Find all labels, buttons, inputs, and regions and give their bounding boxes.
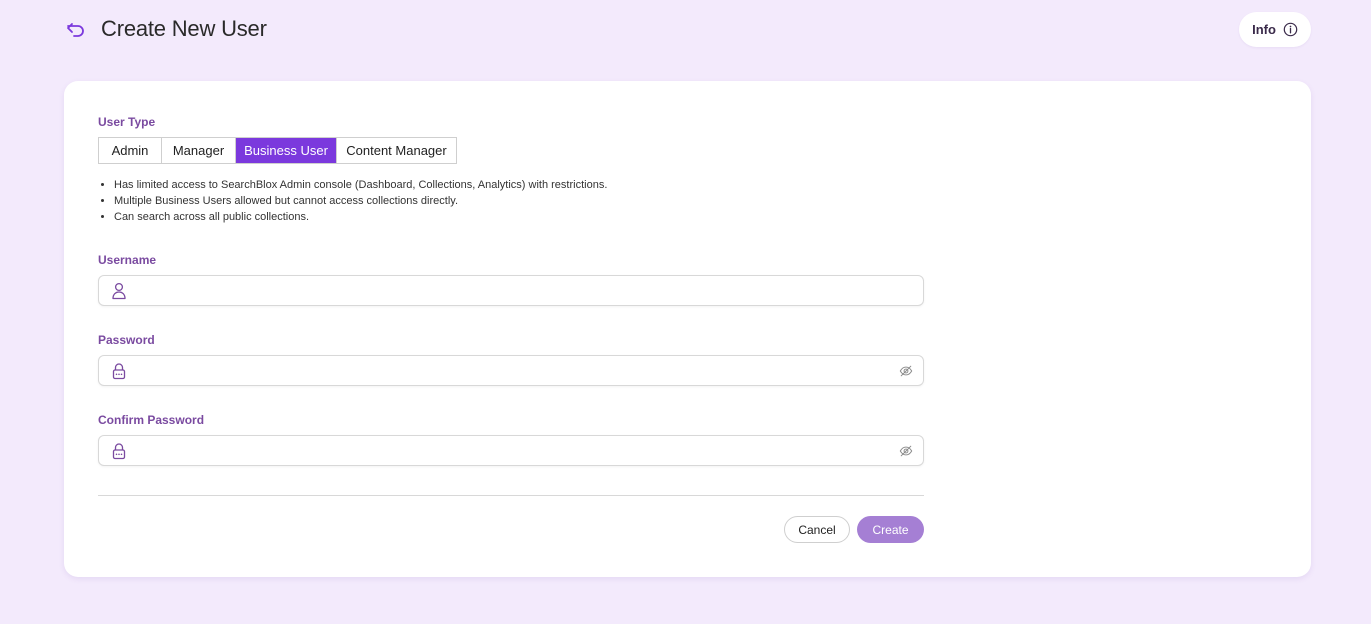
password-label: Password <box>98 333 155 347</box>
confirm-password-label: Confirm Password <box>98 413 205 427</box>
info-label: Info <box>1252 22 1276 37</box>
description-item: Has limited access to SearchBlox Admin c… <box>114 177 607 193</box>
username-input[interactable] <box>133 276 893 305</box>
info-icon <box>1283 22 1298 37</box>
description-item: Can search across all public collections… <box>114 209 607 225</box>
eye-off-icon[interactable] <box>899 444 913 458</box>
eye-off-icon[interactable] <box>899 364 913 378</box>
user-type-business-user[interactable]: Business User <box>236 138 337 163</box>
user-type-label: User Type <box>98 115 156 129</box>
user-icon <box>112 282 126 300</box>
password-input[interactable] <box>133 356 893 385</box>
user-type-selector: Admin Manager Business User Content Mana… <box>98 137 457 164</box>
lock-icon <box>112 443 126 460</box>
username-field <box>98 275 924 306</box>
info-button[interactable]: Info <box>1239 12 1311 47</box>
description-item: Multiple Business Users allowed but cann… <box>114 193 607 209</box>
user-type-description: Has limited access to SearchBlox Admin c… <box>114 177 607 225</box>
back-arrow-icon <box>67 23 84 37</box>
confirm-password-input[interactable] <box>133 436 893 465</box>
cancel-button[interactable]: Cancel <box>784 516 850 543</box>
user-type-content-manager[interactable]: Content Manager <box>337 138 456 163</box>
form-divider <box>98 495 924 496</box>
user-type-manager[interactable]: Manager <box>162 138 236 163</box>
page-header: Create New User Info <box>0 0 1371 60</box>
username-label: Username <box>98 253 157 267</box>
create-user-card: User Type Admin Manager Business User Co… <box>64 81 1311 577</box>
password-field <box>98 355 924 386</box>
confirm-password-field <box>98 435 924 466</box>
create-button[interactable]: Create <box>857 516 924 543</box>
user-type-admin[interactable]: Admin <box>99 138 162 163</box>
page-title: Create New User <box>101 16 267 41</box>
back-button[interactable] <box>64 18 88 42</box>
lock-icon <box>112 363 126 380</box>
